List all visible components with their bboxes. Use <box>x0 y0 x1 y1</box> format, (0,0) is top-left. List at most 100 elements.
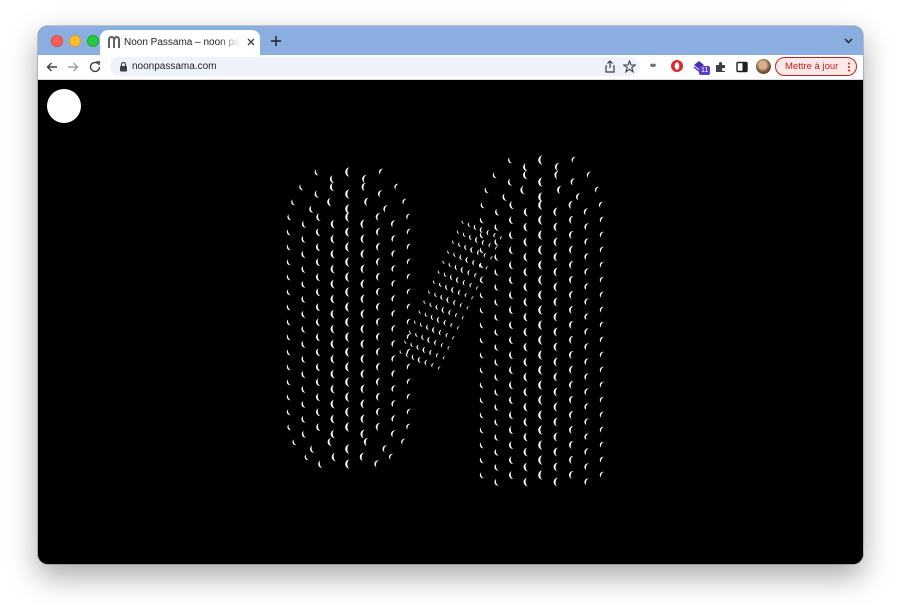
logo-crescent-mark <box>345 287 350 297</box>
logo-crescent-mark <box>286 409 292 416</box>
logo-crescent-mark <box>345 227 350 237</box>
logo-crescent-mark <box>470 246 474 254</box>
logo-crescent-mark <box>301 355 307 363</box>
extension-asterisks[interactable]: ** <box>650 60 656 74</box>
logo-crescent-mark <box>330 369 336 379</box>
logo-crescent-mark <box>330 249 336 259</box>
logo-crescent-mark <box>360 414 366 424</box>
logo-crescent-mark <box>479 397 485 404</box>
logo-crescent-mark <box>428 289 432 294</box>
avatar[interactable] <box>756 59 771 74</box>
logo-crescent-mark <box>345 459 350 469</box>
logo-crescent-mark <box>345 272 350 282</box>
logo-crescent-mark <box>479 427 485 434</box>
forward-icon[interactable] <box>66 60 80 74</box>
logo-crescent-mark <box>394 183 399 190</box>
logo-crescent-mark <box>571 156 577 163</box>
minimize-window-button[interactable] <box>69 35 81 47</box>
update-button[interactable]: Mettre à jour <box>775 57 857 76</box>
logo-crescent-mark <box>331 452 337 462</box>
logo-crescent-mark <box>569 261 574 269</box>
logo-crescent-mark <box>360 354 366 364</box>
close-icon[interactable] <box>246 37 256 47</box>
logo-crescent-mark <box>538 290 543 300</box>
logo-crescent-mark <box>523 357 529 367</box>
logo-crescent-mark <box>599 471 605 478</box>
logo-crescent-mark <box>472 259 476 266</box>
logo-crescent-mark <box>330 384 336 394</box>
logo-crescent-mark <box>406 408 412 415</box>
logo-crescent-mark <box>330 414 336 424</box>
logo-crescent-mark <box>523 447 529 457</box>
zoom-window-button[interactable] <box>87 35 99 47</box>
logo-crescent-mark <box>584 298 590 306</box>
logo-crescent-mark <box>494 403 500 411</box>
chevron-down-icon[interactable] <box>844 38 853 44</box>
logo-crescent-mark <box>599 201 604 208</box>
logo-crescent-mark <box>286 244 292 251</box>
logo-crescent-mark <box>330 219 336 229</box>
logo-crescent-mark <box>523 462 529 472</box>
logo-crescent-mark <box>599 291 605 298</box>
logo-crescent-mark <box>569 396 574 404</box>
share-icon[interactable] <box>604 60 616 73</box>
logo-crescent-mark <box>455 313 459 319</box>
logo-crescent-mark <box>360 294 366 304</box>
logo-crescent-mark <box>474 236 479 244</box>
logo-crescent-mark <box>432 326 436 334</box>
logo-crescent-mark <box>494 283 500 291</box>
logo-crescent-mark <box>360 234 366 244</box>
logo-crescent-mark <box>584 283 590 291</box>
logo-crescent-mark <box>584 253 590 261</box>
logo-crescent-mark <box>553 252 559 262</box>
close-window-button[interactable] <box>51 35 63 47</box>
logo-crescent-mark <box>538 455 543 465</box>
logo-crescent-mark <box>360 369 366 379</box>
logo-crescent-mark <box>446 296 450 304</box>
logo-crescent-mark <box>376 348 381 356</box>
logo-crescent-mark <box>584 343 590 351</box>
address-bar[interactable]: noonpassama.com <box>110 57 640 76</box>
tab-title: Noon Passama – noon passama <box>124 37 240 48</box>
logo-crescent-mark <box>450 323 454 329</box>
logo-crescent-mark <box>599 246 605 253</box>
logo-crescent-mark <box>538 230 543 240</box>
logo-crescent-mark <box>391 355 397 363</box>
logo-crescent-mark <box>448 309 452 316</box>
logo-crescent-mark <box>479 322 485 329</box>
star-icon[interactable] <box>623 60 636 73</box>
opera-icon[interactable] <box>670 59 684 73</box>
tab-active[interactable]: Noon Passama – noon passama <box>100 30 260 55</box>
reload-icon[interactable] <box>88 60 102 74</box>
logo-crescent-mark <box>538 410 543 420</box>
puzzle-icon[interactable] <box>714 60 728 74</box>
logo-crescent-mark <box>464 293 468 299</box>
logo-crescent-mark <box>376 378 381 386</box>
side-panel-icon[interactable] <box>735 60 749 74</box>
kebab-menu-icon[interactable] <box>847 62 851 72</box>
logo-crescent-mark <box>301 310 307 318</box>
logo-crescent-mark <box>462 279 466 286</box>
logo-crescent-mark <box>523 402 529 412</box>
plus-icon[interactable] <box>270 35 282 47</box>
back-icon[interactable] <box>45 60 59 74</box>
logo-crescent-mark <box>421 334 425 341</box>
logo-crescent-mark <box>391 310 397 318</box>
logo-crescent-mark <box>538 177 543 187</box>
logo-crescent-mark <box>538 155 543 165</box>
lock-icon[interactable] <box>119 61 128 72</box>
logo-crescent-mark <box>459 303 464 309</box>
logo-crescent-mark <box>376 288 381 296</box>
logo-crescent-mark <box>391 235 397 243</box>
logo-crescent-mark <box>301 385 307 393</box>
logo-crescent-mark <box>486 229 490 236</box>
logo-crescent-mark <box>364 197 370 207</box>
logo-crescent-mark <box>376 258 381 266</box>
logo-crescent-mark <box>316 258 321 266</box>
logo-crescent-mark <box>458 241 462 247</box>
menu-dot-button[interactable] <box>47 89 81 123</box>
logo-crescent-mark <box>479 367 485 374</box>
logo-crescent-mark <box>419 321 424 327</box>
logo-crescent-mark <box>553 477 559 487</box>
logo-crescent-mark <box>452 336 456 341</box>
